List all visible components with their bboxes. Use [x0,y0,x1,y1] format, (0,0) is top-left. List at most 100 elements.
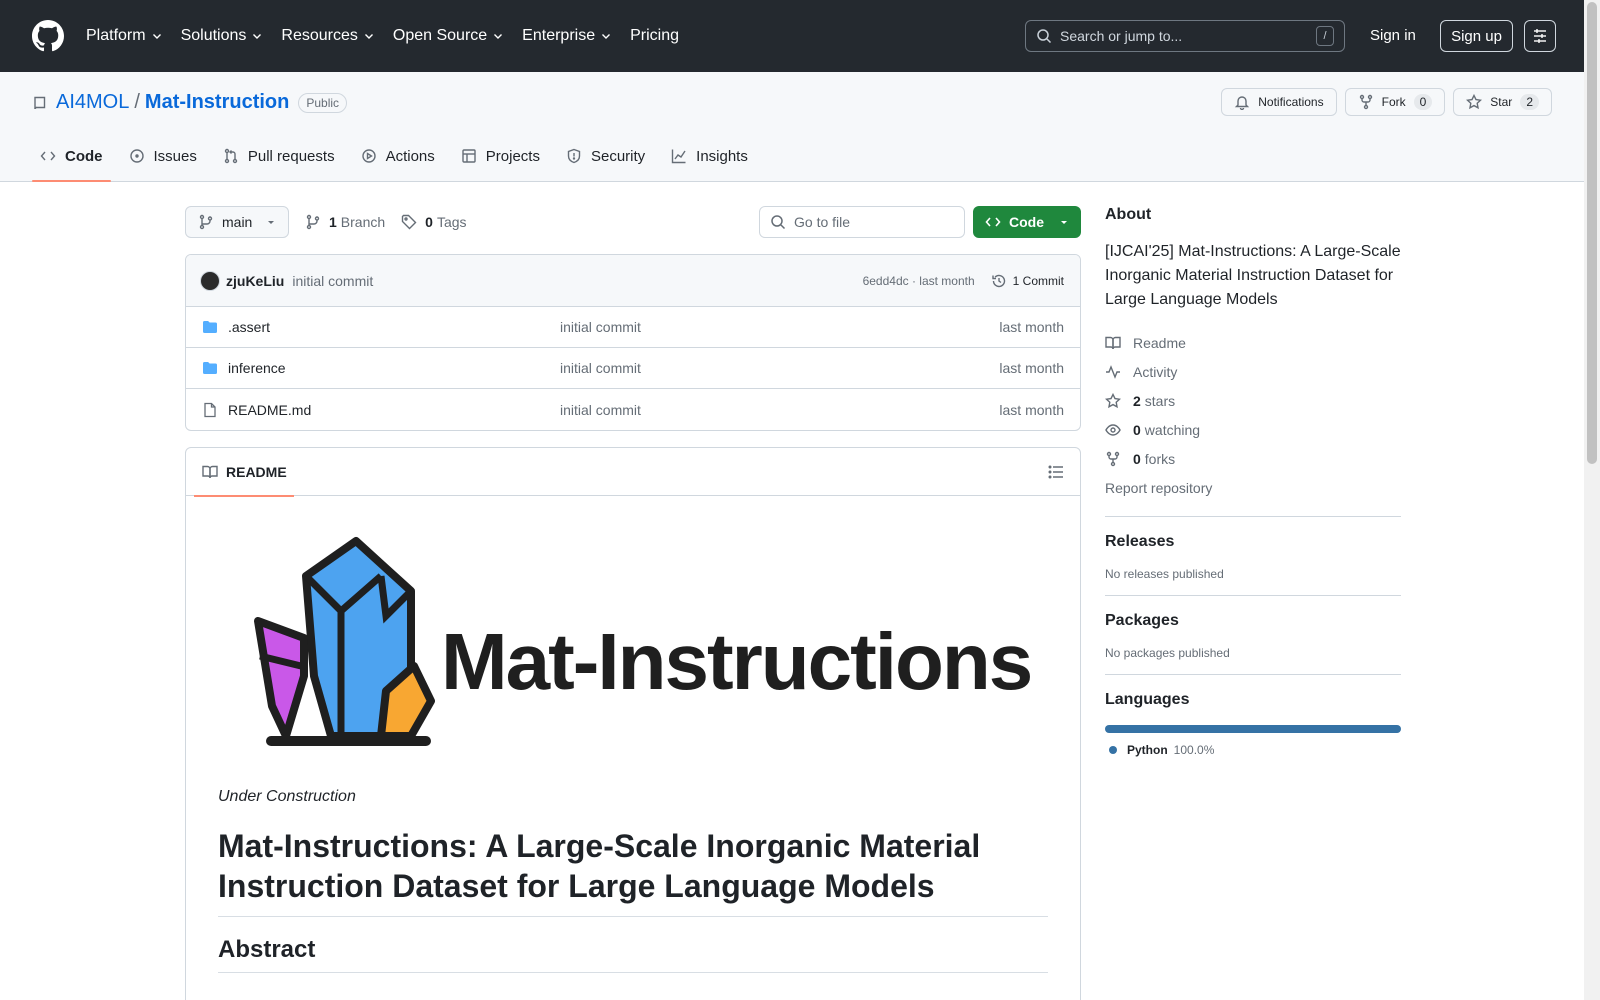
nav-item-platform[interactable]: Platform [86,27,163,45]
commit-message-link[interactable]: initial commit [292,273,373,289]
packages-heading[interactable]: Packages [1105,612,1401,630]
scrollbar-thumb[interactable] [1587,2,1597,464]
global-header: Platform Solutions Resources Open Source Ent… [0,0,1584,72]
language-item[interactable]: Python 100.0% [1105,743,1401,757]
visibility-badge: Public [298,92,348,113]
commit-hash-time[interactable]: 6edd4dc · last month [863,274,975,288]
tab-label: Security [590,147,646,165]
readme-header: README [186,448,1080,497]
search-input[interactable]: Search or jump to... / [1025,20,1345,52]
folder-icon [203,321,217,333]
file-commit-date: last month [999,401,1064,418]
notifications-button[interactable]: Notifications [1221,88,1337,116]
tab-actions[interactable]: Actions [353,132,443,180]
github-logo-icon[interactable] [32,20,64,52]
tab-pull-requests[interactable]: Pull requests [215,132,343,180]
activity-link[interactable]: Activity [1105,357,1401,386]
code-icon [985,217,1001,227]
file-commit-message-link[interactable]: initial commit [560,360,641,376]
forks-link[interactable]: 0 forks [1105,444,1401,473]
sign-in-link[interactable]: Sign in [1370,27,1416,44]
code-dropdown-button[interactable]: Code [973,206,1081,238]
about-description: [IJCAI'25] Mat-Instructions: A Large-Sca… [1105,243,1401,308]
language-color-dot [1109,746,1117,754]
bell-icon [1235,96,1250,110]
languages-section: Languages Python 100.0% [1105,674,1401,757]
nav-item-pricing[interactable]: Pricing [630,27,679,45]
readme-tab[interactable]: README [194,448,294,497]
latest-commit: zjuKeLiu initial commit 6edd4dc · last m… [186,255,1080,307]
search-icon [771,215,786,230]
history-icon [991,274,1005,287]
table-row[interactable]: README.md initial commit last month [186,389,1080,430]
branch-icon [306,214,320,230]
file-list: zjuKeLiu initial commit 6edd4dc · last m… [185,254,1081,431]
branches-link[interactable]: 1 Branch [305,214,385,230]
file-name-link[interactable]: .assert [228,319,560,335]
nav-item-enterprise[interactable]: Enterprise [522,27,612,45]
fork-icon [1359,94,1372,110]
table-row[interactable]: .assert initial commit last month [186,307,1080,348]
readme-status: Under Construction [218,788,356,805]
star-label: Star [1490,95,1513,109]
file-toolbar: main 1 Branch 0 Tags Go to file Code [185,206,1081,238]
tags-link[interactable]: 0 Tags [401,214,467,230]
releases-section: Releases No releases published [1105,516,1401,581]
star-button[interactable]: Star 2 [1453,88,1552,116]
forks-label: forks [1144,450,1176,467]
sign-up-button[interactable]: Sign up [1440,20,1513,52]
commits-count: 1 Commit [1012,273,1064,288]
packages-section: Packages No packages published [1105,595,1401,660]
nav-item-open-source[interactable]: Open Source [393,27,504,45]
language-name: Python [1127,743,1168,757]
tab-projects[interactable]: Projects [453,132,548,180]
nav-item-solutions[interactable]: Solutions [181,27,264,45]
folder-icon [203,362,217,374]
file-icon [204,402,216,417]
branches-label: Branch [340,214,386,230]
shield-icon [567,148,581,164]
readme-panel: README Mat-Instructions Under Constructi… [185,447,1081,1000]
branch-selector[interactable]: main [185,206,289,238]
fork-count: 0 [1413,94,1433,110]
language-percent: 100.0% [1173,743,1215,757]
stars-link[interactable]: 2 stars [1105,386,1401,415]
book-icon [1105,336,1121,349]
file-name-link[interactable]: README.md [228,402,560,418]
file-name-link[interactable]: inference [228,360,560,376]
commits-history-link[interactable]: 1 Commit [991,273,1064,289]
go-to-file-input[interactable]: Go to file [759,206,965,238]
nav-item-label: Platform [86,27,146,44]
about-heading: About [1105,206,1152,223]
file-commit-message-link[interactable]: initial commit [560,319,641,335]
readme-link[interactable]: Readme [1105,328,1401,357]
tab-label: Code [65,147,103,165]
nav-item-resources[interactable]: Resources [281,27,374,45]
page-scrollbar[interactable] [1584,0,1600,1000]
code-icon [40,151,56,161]
repo-name-link[interactable]: Mat-Instruction [145,91,289,114]
commit-author-link[interactable]: zjuKeLiu [226,273,284,289]
watchers-link[interactable]: 0 watching [1105,415,1401,444]
graph-icon [671,149,686,164]
report-repository-link[interactable]: Report repository [1105,473,1401,502]
readme-tab-label: README [226,463,287,480]
main-content: main 1 Branch 0 Tags Go to file Code zju… [185,206,1081,1000]
tab-insights[interactable]: Insights [663,132,756,180]
tab-issues[interactable]: Issues [121,132,205,180]
tab-security[interactable]: Security [558,132,653,180]
header-menu-button[interactable] [1524,20,1556,52]
releases-heading[interactable]: Releases [1105,533,1401,551]
tab-code[interactable]: Code [32,132,111,182]
file-commit-message-link[interactable]: initial commit [560,402,641,418]
list-icon[interactable] [1048,464,1064,480]
repo-owner-link[interactable]: AI4MOL [56,91,129,114]
eye-icon [1105,423,1121,436]
tags-count: 0 [425,214,433,230]
watching-count: 0 [1133,421,1141,438]
star-icon [1466,94,1483,110]
avatar[interactable] [200,270,220,291]
table-row[interactable]: inference initial commit last month [186,348,1080,389]
fork-button[interactable]: Fork 0 [1344,88,1446,116]
stars-count: 2 [1133,392,1141,409]
